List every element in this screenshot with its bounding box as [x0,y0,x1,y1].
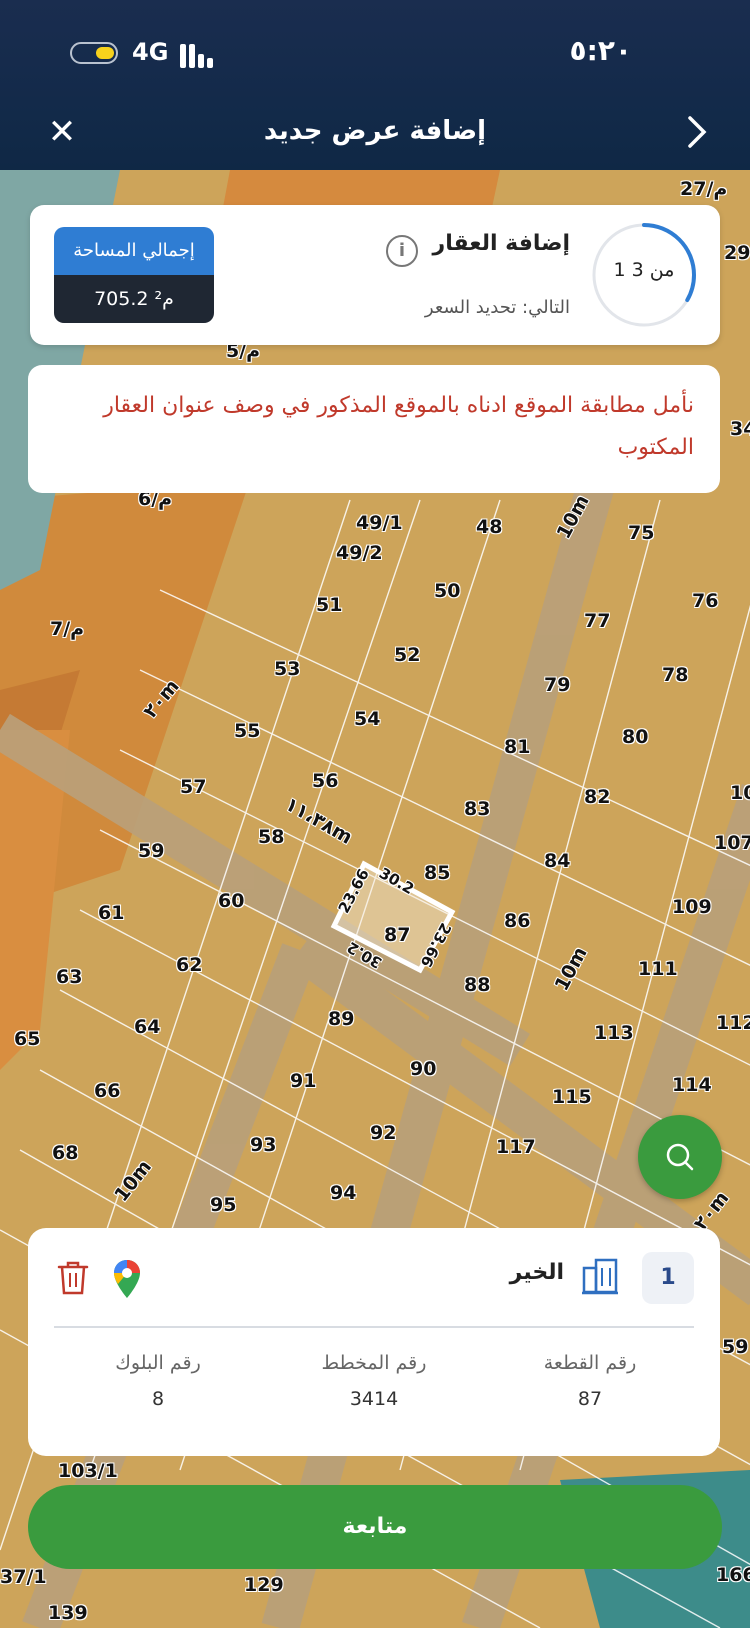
block-number-value: 8 [151,1388,165,1410]
map-label: 53 [274,658,301,680]
map-label: 111 [638,958,678,980]
map-label: 114 [672,1074,712,1096]
map-label: 54 [354,708,381,730]
map-label: 79 [544,674,571,696]
district-name: الخير [509,1260,564,1285]
info-icon[interactable]: i [386,235,418,267]
map-label: 81 [504,736,531,758]
map-label: 113 [594,1022,634,1044]
step-next-label: التالي: تحديد السعر [424,297,570,318]
status-time: ٥:٢٠ [569,34,632,67]
map-label: 87 [384,924,411,946]
plot-index-badge: 1 [642,1252,694,1304]
map-label: 76 [692,590,719,612]
divider [54,1326,694,1328]
map-label: 89 [328,1008,355,1030]
parcel-number-field: رقم القطعة 87 [490,1352,690,1410]
plot-details-card: 1 الخير رقم القطعة 87 رقم المخطط 3414 رق… [28,1228,720,1456]
map-label: 109 [672,896,712,918]
map-label: 86 [504,910,531,932]
map-label: 91 [290,1070,317,1092]
battery-icon [70,42,118,64]
total-area-label: إجمالي المساحة [54,227,214,275]
block-number-field: رقم البلوك 8 [58,1352,258,1410]
chevron-right-icon[interactable] [676,112,716,152]
map-label: 107 [714,832,750,854]
map-label: 117 [496,1136,536,1158]
building-icon [582,1258,618,1295]
map-label: 85 [424,862,451,884]
map-label: 37/1 [0,1566,47,1588]
total-area-value: 705.2 م² [54,275,214,323]
map-label: 49/2 [336,542,383,564]
map-label: 48 [476,516,503,538]
map-label: 59 [722,1336,749,1358]
parcel-number-label: رقم القطعة [543,1352,637,1374]
map-label: 112 [716,1012,750,1034]
step-title: إضافة العقار [432,231,570,256]
location-notice: نأمل مطابقة الموقع ادناه بالموقع المذكور… [28,365,720,493]
block-number-label: رقم البلوك [115,1352,201,1374]
plan-number-label: رقم المخطط [321,1352,427,1374]
map-label: 77 [584,610,611,632]
map-label: 90 [410,1058,437,1080]
map-label: 75 [628,522,655,544]
map-label: 93 [250,1134,277,1156]
map-label: 34 [730,418,750,440]
map-search-button[interactable] [638,1115,722,1199]
search-icon [666,1143,694,1171]
map-label: 56 [312,770,339,792]
map-label: 57 [180,776,207,798]
map-label: 166 [716,1564,750,1586]
network-indicator: 4G [132,38,169,66]
trash-icon[interactable] [56,1260,90,1296]
map-label: 65 [14,1028,41,1050]
map-label: 84 [544,850,571,872]
map-label: 60 [218,890,245,912]
map-label: 59 [138,840,165,862]
plan-number-field: رقم المخطط 3414 [274,1352,474,1410]
map-label: 63 [56,966,83,988]
map-label: 80 [622,726,649,748]
map-label: 58 [258,826,285,848]
map-label: 49/1 [356,512,403,534]
map-label: 61 [98,902,125,924]
map-label: 95 [210,1194,237,1216]
map-label: 62 [176,954,203,976]
map-label: 78 [662,664,689,686]
step-card: 1 من 3 إضافة العقار i التالي: تحديد السع… [30,205,720,345]
map-label: 27/م [680,178,728,200]
map-label: 103/1 [58,1460,118,1482]
map-label: 88 [464,974,491,996]
step-progress: 1 من 3 [613,259,675,281]
signal-icon [180,40,220,68]
map-label: 55 [234,720,261,742]
map-label: 115 [552,1086,592,1108]
map-label: 66 [94,1080,121,1102]
map-label: 64 [134,1016,161,1038]
continue-button[interactable]: متابعة [28,1485,722,1569]
map-label: 52 [394,644,421,666]
map-label: 68 [52,1142,79,1164]
map-label: 51 [316,594,343,616]
map-label: 50 [434,580,461,602]
map-label: 92 [370,1122,397,1144]
total-area-box: إجمالي المساحة 705.2 م² [54,227,214,323]
plan-number-value: 3414 [349,1388,399,1410]
app-header: 4G ٥:٢٠ ✕ إضافة عرض جديد [0,0,750,170]
map-label: 83 [464,798,491,820]
map-label: 29 [724,242,750,264]
page-title: إضافة عرض جديد [263,116,487,146]
map-label: 10 [730,782,750,804]
map-label: 82 [584,786,611,808]
map-label: 139 [48,1602,88,1624]
google-maps-pin-icon[interactable] [112,1258,142,1300]
map-label: 129 [244,1574,284,1596]
map-label: 94 [330,1182,357,1204]
map-label: م/7 [50,618,85,640]
parcel-number-value: 87 [577,1388,603,1410]
